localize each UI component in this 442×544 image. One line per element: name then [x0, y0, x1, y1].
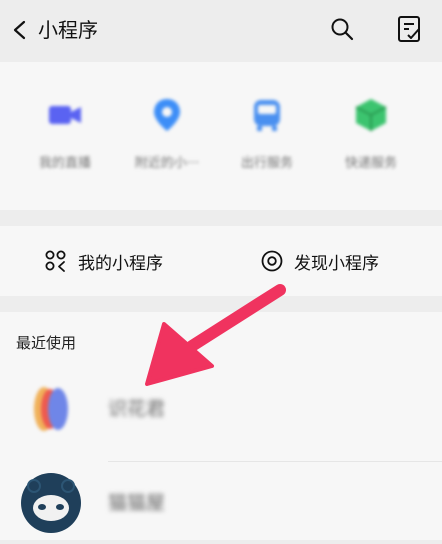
favorite-label: 附近的小··· [134, 156, 200, 171]
favorites-panel: 我的直播 附近的小··· 出行服务 快递服务 [0, 62, 442, 210]
recent-item[interactable]: 猫猫屋 [0, 462, 442, 544]
my-programs-button[interactable]: 我的小程序 [44, 246, 163, 276]
favorite-item[interactable]: 出行服务 [212, 96, 322, 171]
location-pin-icon [154, 99, 180, 131]
recent-item-name: 识花君 [108, 398, 166, 420]
my-programs-icon [45, 250, 66, 272]
top-bar: 小程序 [0, 0, 442, 60]
video-camera-icon [49, 106, 81, 124]
page-title: 小程序 [38, 18, 98, 42]
favorite-label: 我的直播 [38, 156, 91, 171]
recent-item[interactable]: 识花君 [0, 368, 442, 450]
recent-item-name: 猫猫屋 [108, 492, 166, 514]
favorite-item[interactable]: 附近的小··· [112, 96, 222, 171]
favorite-item[interactable]: 我的直播 [10, 96, 120, 171]
flower-app-icon [34, 387, 68, 431]
search-icon[interactable] [330, 17, 354, 41]
bus-icon [254, 100, 280, 131]
package-icon [355, 99, 387, 131]
notepad-edit-icon[interactable] [397, 15, 423, 43]
list-divider [108, 461, 442, 462]
favorite-label: 快递服务 [344, 156, 397, 171]
discover-programs-button[interactable]: 发现小程序 [260, 246, 379, 276]
cat-avatar-icon [21, 473, 81, 533]
discover-icon [261, 250, 283, 272]
recent-panel: 最近使用 识花君 猫猫屋 [0, 312, 442, 540]
recent-section-title: 最近使用 [16, 334, 77, 352]
chevron-left-icon[interactable] [12, 20, 28, 40]
favorite-item[interactable]: 快递服务 [316, 96, 426, 171]
entries-panel: 我的小程序 发现小程序 [0, 226, 442, 296]
discover-programs-label: 发现小程序 [294, 253, 379, 274]
my-programs-label: 我的小程序 [78, 253, 163, 274]
favorite-label: 出行服务 [240, 156, 293, 171]
